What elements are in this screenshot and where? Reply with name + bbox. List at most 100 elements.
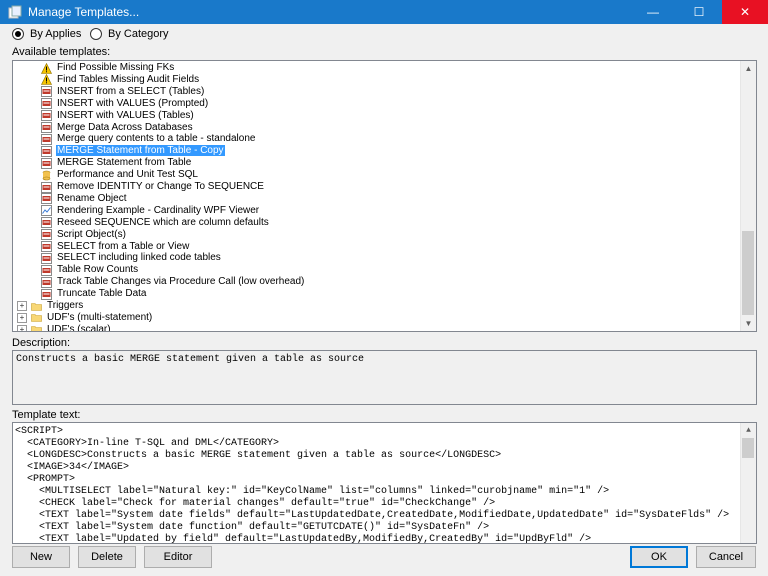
sql-file-icon <box>41 229 52 241</box>
tree-item-label: MERGE Statement from Table <box>57 157 192 169</box>
scroll-up-arrow[interactable]: ▲ <box>741 61 756 76</box>
templates-tree[interactable]: Find Possible Missing FKs Find Tables Mis… <box>12 60 757 332</box>
description-text: Constructs a basic MERGE statement given… <box>16 354 365 365</box>
expand-icon[interactable]: + <box>17 312 27 323</box>
tree-item[interactable]: SELECT including linked code tables <box>41 252 222 264</box>
code-line: <PROMPT> <box>15 474 76 485</box>
sql-file-icon <box>41 288 52 300</box>
tree-item[interactable]: MERGE Statement from Table - Copy <box>41 145 225 157</box>
sql-file-icon <box>41 133 52 145</box>
tree-item-label: UDF's (multi-statement) <box>47 311 153 323</box>
description-box: Constructs a basic MERGE statement given… <box>12 350 757 405</box>
tree-item[interactable]: Merge Data Across Databases <box>41 122 194 134</box>
chart-icon <box>41 205 52 217</box>
tree-item[interactable]: SELECT from a Table or View <box>41 241 190 253</box>
sql-file-icon <box>41 276 52 288</box>
tree-item-label: Find Possible Missing FKs <box>57 62 175 73</box>
sql-file-icon <box>41 193 52 205</box>
tree-item[interactable]: Reseed SEQUENCE which are column default… <box>41 217 270 229</box>
folder-icon <box>31 312 42 323</box>
tree-item-label: Track Table Changes via Procedure Call (… <box>57 276 305 288</box>
tree-item[interactable]: + UDF's (multi-statement) <box>17 312 153 324</box>
by-applies-radio[interactable]: By Applies <box>12 27 81 41</box>
code-line: <MULTISELECT label="Natural key:" id="Ke… <box>15 486 610 497</box>
tree-item[interactable]: Table Row Counts <box>41 264 139 276</box>
radio-indicator <box>90 28 102 40</box>
by-applies-label: By Applies <box>30 28 82 40</box>
tree-item[interactable]: Track Table Changes via Procedure Call (… <box>41 276 305 288</box>
new-button[interactable]: New <box>12 546 70 568</box>
sql-file-icon <box>41 98 52 110</box>
template-text-editor[interactable]: <SCRIPT> <CATEGORY>In-line T-SQL and DML… <box>12 422 757 544</box>
minimize-button[interactable]: — <box>630 0 676 24</box>
tree-item[interactable]: INSERT from a SELECT (Tables) <box>41 86 205 98</box>
by-category-label: By Category <box>108 28 169 40</box>
code-line: <TEXT label="Updated by field" default="… <box>15 534 592 544</box>
scroll-thumb[interactable] <box>742 231 754 315</box>
sql-file-icon <box>41 181 52 193</box>
tree-item-label: UDF's (scalar) <box>47 323 111 332</box>
code-line: <IMAGE>34</IMAGE> <box>15 462 130 473</box>
scroll-down-arrow[interactable]: ▼ <box>741 316 756 331</box>
template-scrollbar[interactable]: ▲ <box>740 423 756 543</box>
folder-icon <box>31 301 42 312</box>
sql-file-icon <box>41 264 52 276</box>
expand-icon[interactable]: + <box>17 324 27 331</box>
close-button[interactable]: ✕ <box>722 0 768 24</box>
sql-file-icon <box>41 252 52 264</box>
tree-item[interactable]: Performance and Unit Test SQL <box>41 169 199 181</box>
editor-button[interactable]: Editor <box>144 546 212 568</box>
tree-item[interactable]: Script Object(s) <box>41 229 127 241</box>
tree-item-label: Rendering Example - Cardinality WPF View… <box>57 204 260 216</box>
expand-icon[interactable]: + <box>17 301 27 311</box>
tree-item[interactable]: Rendering Example - Cardinality WPF View… <box>41 205 260 217</box>
scroll-up-arrow[interactable]: ▲ <box>741 423 756 438</box>
tree-item-label: Merge Data Across Databases <box>57 121 193 133</box>
tree-item[interactable]: INSERT with VALUES (Prompted) <box>41 98 209 110</box>
folder-icon <box>31 324 42 331</box>
tree-item-label: Remove IDENTITY or Change To SEQUENCE <box>57 181 264 192</box>
tree-item[interactable]: INSERT with VALUES (Tables) <box>41 110 195 122</box>
available-templates-label: Available templates: <box>12 46 111 58</box>
sql-file-icon <box>41 110 52 122</box>
tree-item[interactable]: + Triggers <box>17 300 84 312</box>
tree-item[interactable]: Find Tables Missing Audit Fields <box>41 74 200 86</box>
template-text-label: Template text: <box>12 409 81 421</box>
sql-file-icon <box>41 145 52 157</box>
code-line: <TEXT label="System date fields" default… <box>15 510 730 521</box>
tree-item[interactable]: Find Possible Missing FKs <box>41 62 175 74</box>
tree-item[interactable]: Remove IDENTITY or Change To SEQUENCE <box>41 181 265 193</box>
tree-item-label: Table Row Counts <box>57 264 139 276</box>
tree-item-label: Script Object(s) <box>57 228 126 240</box>
code-line: <SCRIPT> <box>15 426 64 437</box>
tree-item[interactable]: Truncate Table Data <box>41 288 148 300</box>
by-category-radio[interactable]: By Category <box>90 27 169 41</box>
tree-item-label: Rename Object <box>57 192 127 204</box>
description-label: Description: <box>12 337 71 349</box>
sql-file-icon <box>41 241 52 252</box>
app-icon <box>8 5 22 19</box>
code-line: <TEXT label="System date function" defau… <box>15 522 490 533</box>
maximize-button[interactable]: ☐ <box>676 0 722 24</box>
tree-item-label: Find Tables Missing Audit Fields <box>57 73 200 85</box>
tree-item[interactable]: MERGE Statement from Table <box>41 157 192 169</box>
warning-icon <box>41 74 52 86</box>
sql-file-icon <box>41 122 52 133</box>
ok-button[interactable]: OK <box>630 546 688 568</box>
delete-button[interactable]: Delete <box>78 546 136 568</box>
cancel-button[interactable]: Cancel <box>696 546 756 568</box>
database-icon <box>41 170 52 181</box>
tree-item-label: Reseed SEQUENCE which are column default… <box>57 216 269 228</box>
tree-item[interactable]: Merge query contents to a table - standa… <box>41 133 256 145</box>
tree-item[interactable]: Rename Object <box>41 193 127 205</box>
tree-item-label: SELECT including linked code tables <box>57 252 221 264</box>
tree-item-label: INSERT from a SELECT (Tables) <box>57 85 205 97</box>
tree-item-label: INSERT with VALUES (Tables) <box>57 109 194 121</box>
tree-scrollbar[interactable]: ▲ ▼ <box>740 61 756 331</box>
sql-file-icon <box>41 86 52 98</box>
scroll-thumb[interactable] <box>742 438 754 458</box>
warning-icon <box>41 62 52 74</box>
sql-file-icon <box>41 157 52 169</box>
sql-file-icon <box>41 217 52 229</box>
tree-item[interactable]: + UDF's (scalar) <box>17 323 112 332</box>
